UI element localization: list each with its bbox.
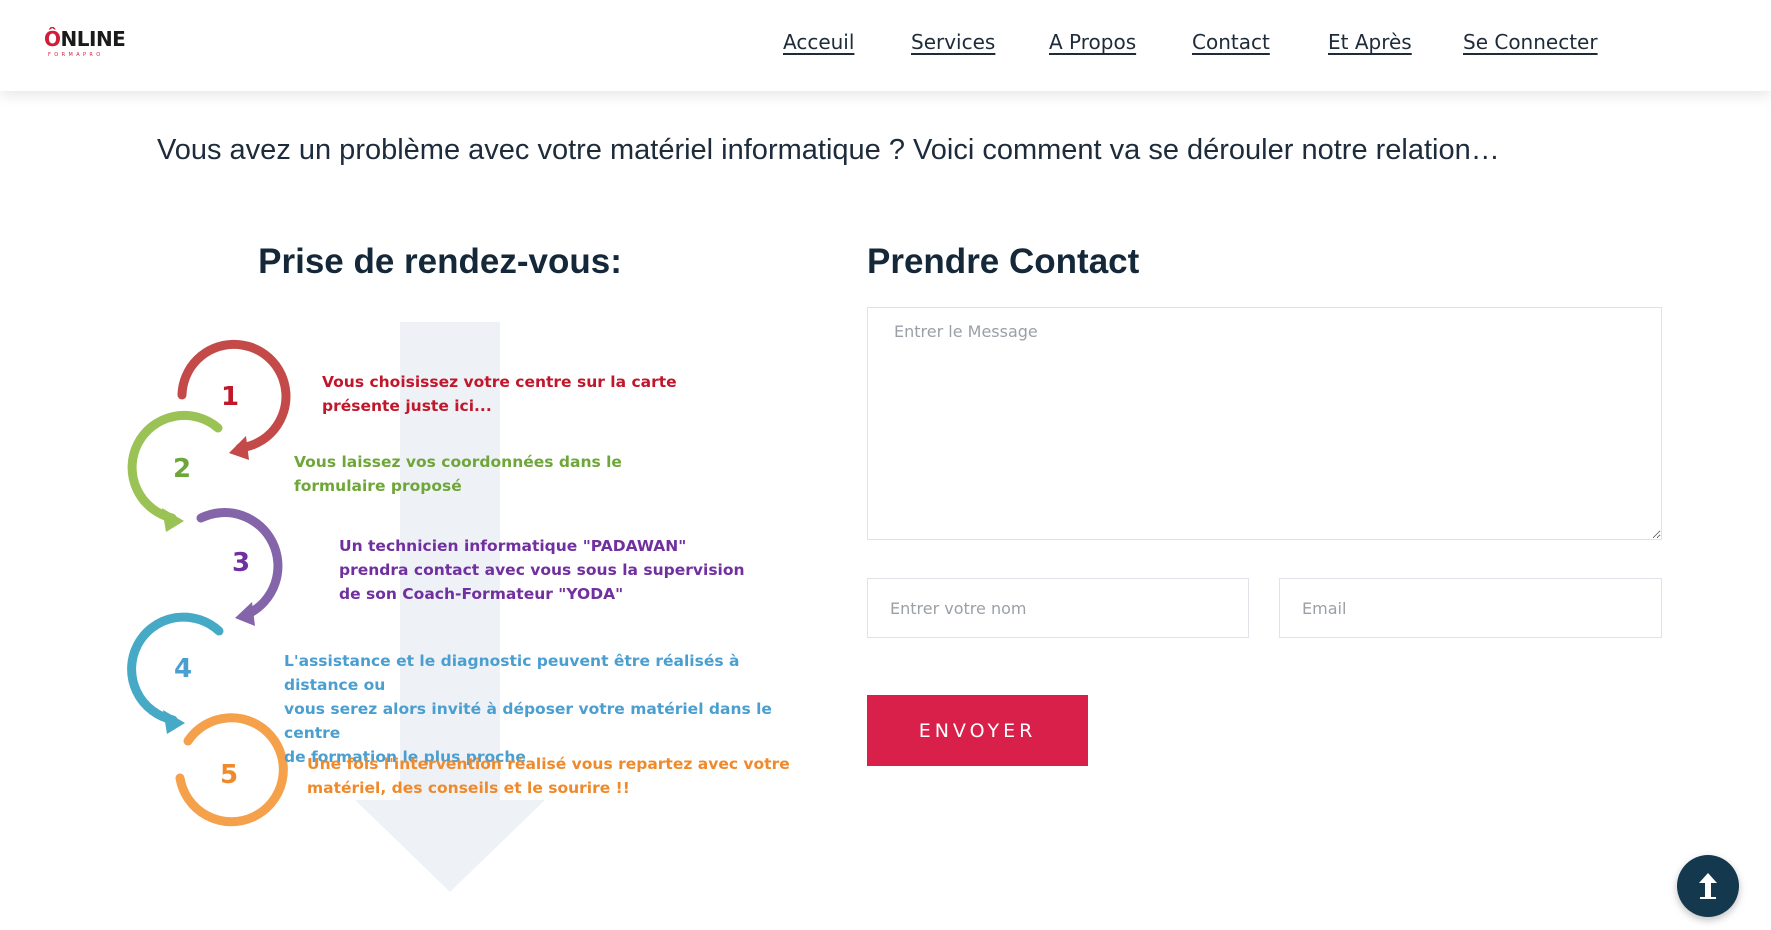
step-number-1: 1 xyxy=(220,382,240,412)
nav-link-contact[interactable]: Contact xyxy=(1192,30,1270,54)
send-button[interactable]: ENVOYER xyxy=(867,695,1088,766)
contact-form-title: Prendre Contact xyxy=(867,242,1140,281)
message-textarea[interactable] xyxy=(867,307,1662,540)
nav-link-acceuil[interactable]: Acceuil xyxy=(783,30,854,54)
step-2-line-2: formulaire proposé xyxy=(294,477,462,495)
step-1-line-1: Vous choisissez votre centre sur la cart… xyxy=(322,373,677,391)
site-header: ÔNLINE FORMAPRO Acceuil Services A Propo… xyxy=(0,0,1771,91)
step-text-5: Une fois l'intervention réalisé vous rep… xyxy=(307,752,790,800)
appointment-title: Prise de rendez-vous: xyxy=(258,242,622,281)
logo-subtitle: FORMAPRO xyxy=(48,52,104,58)
appointment-steps-graphic: 1 2 3 4 5 Vous choisissez votre centre s… xyxy=(0,300,800,900)
step-text-1: Vous choisissez votre centre sur la cart… xyxy=(322,370,677,418)
arrow-up-icon xyxy=(1699,873,1717,899)
step-number-4: 4 xyxy=(173,654,193,684)
step-text-3: Un technicien informatique "PADAWAN" pre… xyxy=(339,534,745,606)
name-input[interactable] xyxy=(867,578,1249,638)
nav-link-services[interactable]: Services xyxy=(911,30,995,54)
page-headline: Vous avez un problème avec votre matérie… xyxy=(157,134,1500,166)
step-5-line-2: matériel, des conseils et le sourire !! xyxy=(307,779,630,797)
step-number-2: 2 xyxy=(172,454,192,484)
step-1-line-2: présente juste ici... xyxy=(322,397,492,415)
step-4-line-1: L'assistance et le diagnostic peuvent êt… xyxy=(284,652,740,694)
step-number-5: 5 xyxy=(219,760,239,790)
step-5-line-1: Une fois l'intervention réalisé vous rep… xyxy=(307,755,790,773)
step-4-line-2: vous serez alors invité à déposer votre … xyxy=(284,700,772,742)
step-3-line-1: Un technicien informatique "PADAWAN" xyxy=(339,537,687,555)
nav-link-et-apres[interactable]: Et Après xyxy=(1328,30,1412,54)
logo-wordmark: ÔNLINE xyxy=(44,27,126,51)
email-input[interactable] xyxy=(1279,578,1662,638)
nav-link-a-propos[interactable]: A Propos xyxy=(1049,30,1136,54)
back-to-top-button[interactable] xyxy=(1677,855,1739,917)
nav-link-se-connecter[interactable]: Se Connecter xyxy=(1463,30,1598,54)
step-2-line-1: Vous laissez vos coordonnées dans le xyxy=(294,453,622,471)
step-number-3: 3 xyxy=(231,548,251,578)
brand-logo[interactable]: ÔNLINE FORMAPRO xyxy=(44,27,126,61)
step-text-4: L'assistance et le diagnostic peuvent êt… xyxy=(284,649,800,769)
step-text-2: Vous laissez vos coordonnées dans le for… xyxy=(294,450,622,498)
step-3-line-3: de son Coach-Formateur "YODA" xyxy=(339,585,624,603)
step-3-line-2: prendra contact avec vous sous la superv… xyxy=(339,561,745,579)
